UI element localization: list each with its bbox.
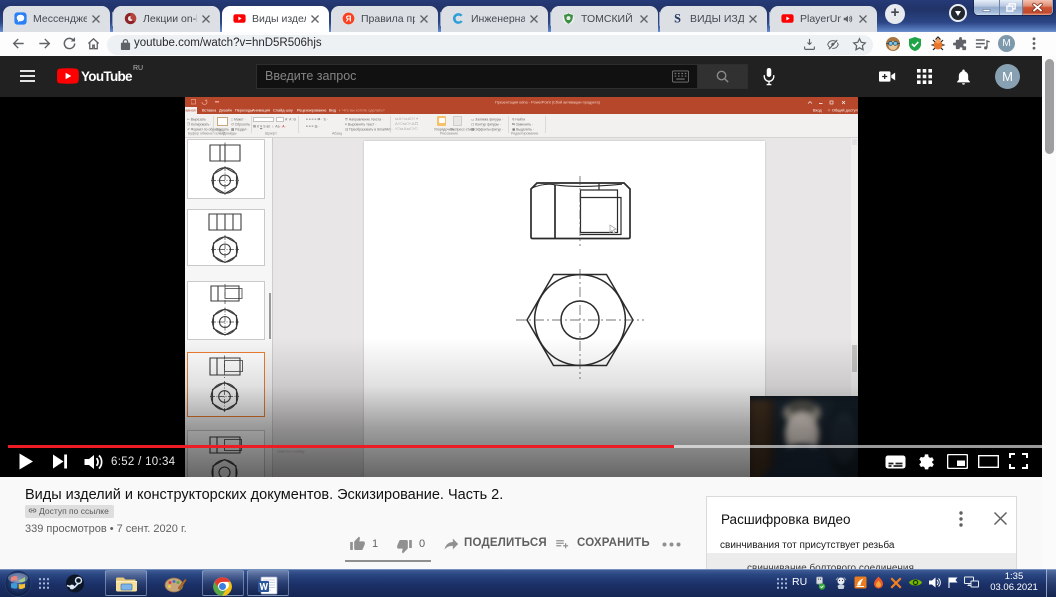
svg-text:S: S: [674, 12, 681, 25]
svg-text:Я: Я: [346, 15, 352, 24]
